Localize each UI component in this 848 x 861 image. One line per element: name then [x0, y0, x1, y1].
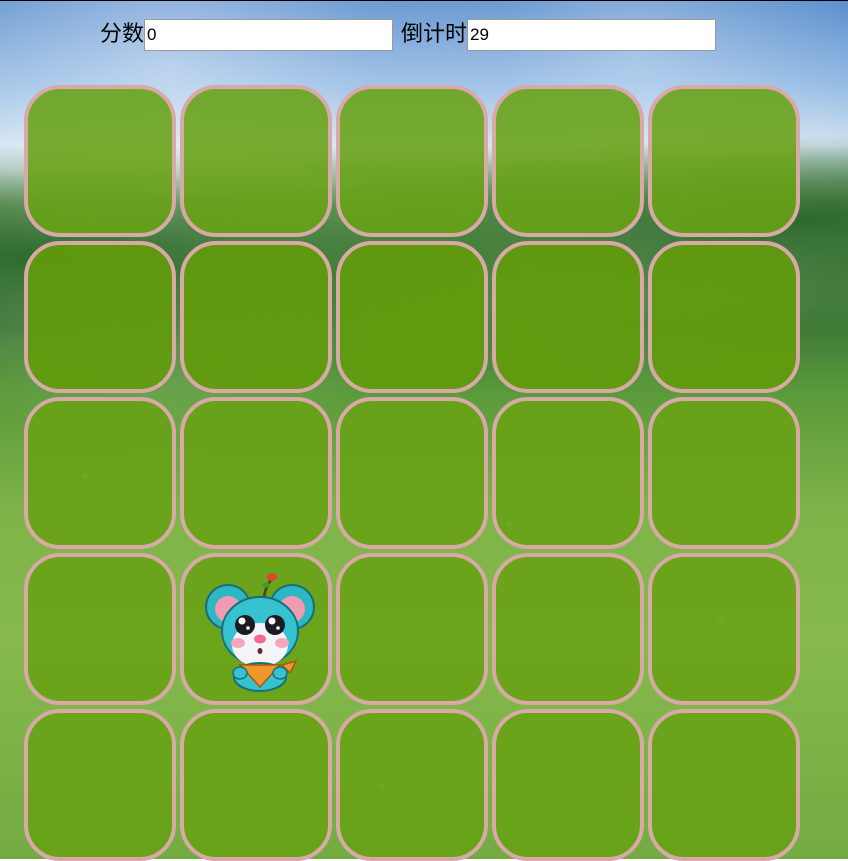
countdown-field[interactable] [467, 19, 717, 51]
hole-r0-c3[interactable] [492, 85, 644, 237]
hole-r0-c0[interactable] [24, 85, 176, 237]
hole-r3-c3[interactable] [492, 553, 644, 705]
hole-r2-c4[interactable] [648, 397, 800, 549]
hole-r4-c1[interactable] [180, 709, 332, 861]
hole-r4-c2[interactable] [336, 709, 488, 861]
hole-r1-c2[interactable] [336, 241, 488, 393]
hole-r0-c4[interactable] [648, 85, 800, 237]
score-label: 分数 [100, 22, 145, 47]
hole-r2-c0[interactable] [24, 397, 176, 549]
countdown-label: 倒计时 [401, 22, 468, 47]
hole-r3-c2[interactable] [336, 553, 488, 705]
game-board [24, 85, 804, 861]
hole-r1-c1[interactable] [180, 241, 332, 393]
mouse-icon[interactable] [200, 565, 320, 695]
hole-r3-c0[interactable] [24, 553, 176, 705]
hole-r4-c4[interactable] [648, 709, 800, 861]
hole-r1-c0[interactable] [24, 241, 176, 393]
score-field[interactable] [144, 19, 394, 51]
hole-r3-c4[interactable] [648, 553, 800, 705]
score-bar: 分数 倒计时 [100, 19, 717, 51]
top-border [0, 0, 848, 1]
hole-r2-c1[interactable] [180, 397, 332, 549]
hole-r0-c1[interactable] [180, 85, 332, 237]
hole-r3-c1[interactable] [180, 553, 332, 705]
hole-r4-c0[interactable] [24, 709, 176, 861]
hole-r0-c2[interactable] [336, 85, 488, 237]
hole-r1-c4[interactable] [648, 241, 800, 393]
hole-r2-c2[interactable] [336, 397, 488, 549]
hole-r2-c3[interactable] [492, 397, 644, 549]
hole-r4-c3[interactable] [492, 709, 644, 861]
hole-r1-c3[interactable] [492, 241, 644, 393]
